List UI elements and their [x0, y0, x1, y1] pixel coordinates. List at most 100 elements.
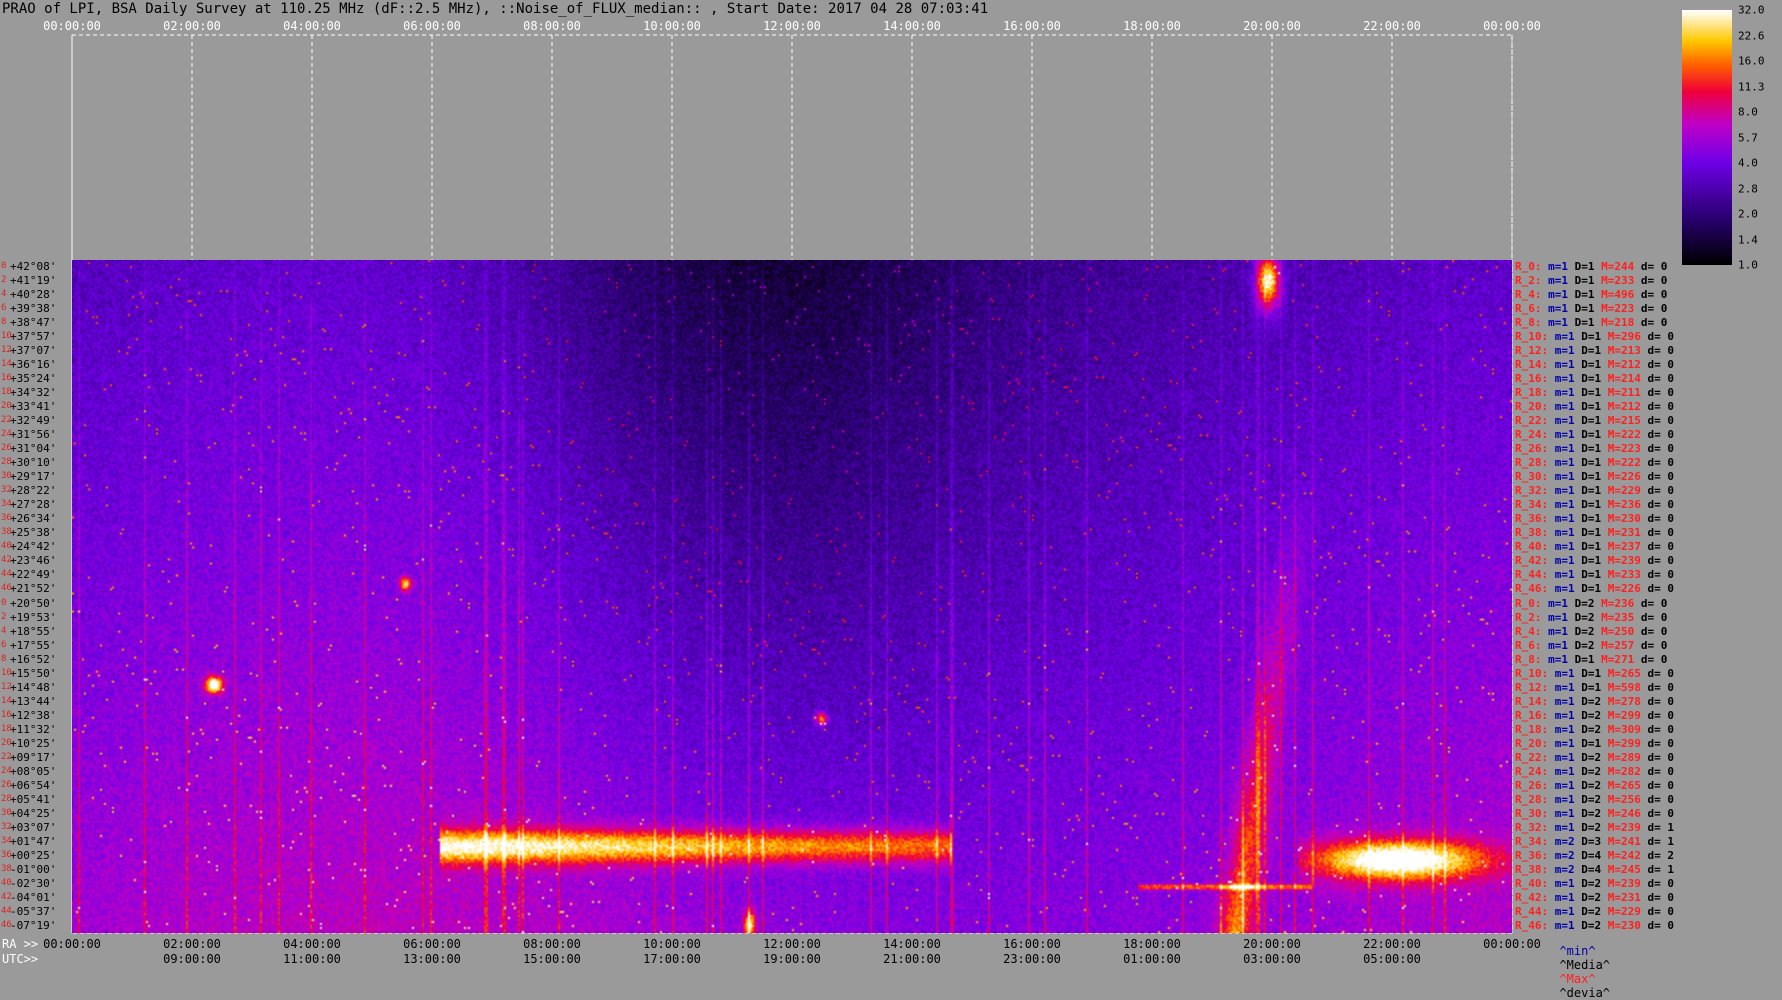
- row-index-label: 4: [1, 625, 7, 636]
- row-devia: d= 1: [1647, 834, 1675, 848]
- row-name: R_6:: [1515, 638, 1542, 652]
- row-median: D=2: [1581, 890, 1602, 904]
- row-stat: R_8: m=1 D=1 M=271 d= 0: [1515, 654, 1667, 665]
- row-max: M=235: [1601, 610, 1635, 624]
- row-stat: R_30: m=1 D=2 M=246 d= 0: [1515, 808, 1674, 819]
- row-index-label: 30: [1, 807, 12, 818]
- row-name: R_38:: [1515, 862, 1549, 876]
- row-devia: d= 0: [1647, 414, 1675, 428]
- row-max: M=244: [1601, 260, 1635, 273]
- row-index-label: 6: [1, 639, 7, 650]
- row-devia: d= 0: [1647, 708, 1675, 722]
- ra-tick-label: 10:00:00: [643, 937, 701, 951]
- declination-label: +35°24': [10, 372, 57, 386]
- ra-tick-label: 16:00:00: [1003, 937, 1061, 951]
- row-min: m=1: [1554, 470, 1575, 484]
- row-max: M=226: [1607, 470, 1641, 484]
- declination-label: +30°10': [10, 456, 57, 470]
- row-devia: d= 1: [1647, 862, 1675, 876]
- row-stat: R_20: m=1 D=1 M=212 d= 0: [1515, 401, 1674, 412]
- row-index-label: 6: [1, 303, 7, 314]
- row-name: R_26:: [1515, 778, 1549, 792]
- top-tick-label: 00:00:00: [1483, 19, 1541, 33]
- declination-label: +31°56': [10, 428, 57, 442]
- row-min: m=1: [1554, 442, 1575, 456]
- row-median: D=1: [1581, 330, 1602, 344]
- row-devia: d= 0: [1647, 456, 1675, 470]
- row-stat: R_18: m=1 D=1 M=211 d= 0: [1515, 387, 1674, 398]
- row-median: D=3: [1581, 834, 1602, 848]
- row-name: R_16:: [1515, 372, 1549, 386]
- row-min: m=1: [1554, 722, 1575, 736]
- row-devia: d= 0: [1647, 442, 1675, 456]
- row-devia: d= 0: [1647, 484, 1675, 498]
- declination-label: +23°46': [10, 554, 57, 568]
- row-stat: R_42: m=1 D=1 M=239 d= 0: [1515, 555, 1674, 566]
- row-min: m=1: [1554, 386, 1575, 400]
- row-stat: R_10: m=1 D=1 M=296 d= 0: [1515, 331, 1674, 342]
- row-min: m=1: [1554, 736, 1575, 750]
- row-max: M=271: [1601, 652, 1635, 666]
- row-max: M=278: [1607, 694, 1641, 708]
- top-tick-label: 10:00:00: [643, 19, 701, 33]
- top-tick-label: 06:00:00: [403, 19, 461, 33]
- row-stat: R_38: m=1 D=1 M=231 d= 0: [1515, 527, 1674, 538]
- row-min: m=1: [1554, 526, 1575, 540]
- row-devia: d= 0: [1647, 750, 1675, 764]
- row-min: m=1: [1554, 512, 1575, 526]
- row-min: m=1: [1554, 498, 1575, 512]
- row-max: M=236: [1601, 596, 1635, 610]
- declination-label: -01°00': [10, 862, 57, 876]
- declination-label: +39°38': [10, 302, 57, 316]
- declination-label: +36°16': [10, 358, 57, 372]
- survey-heatmap[interactable]: [72, 260, 1512, 933]
- row-name: R_4:: [1515, 624, 1542, 638]
- row-stat: R_30: m=1 D=1 M=226 d= 0: [1515, 471, 1674, 482]
- declination-label: +17°55': [10, 638, 57, 652]
- row-min: m=1: [1554, 792, 1575, 806]
- row-min: m=1: [1548, 260, 1568, 273]
- row-devia: d= 0: [1647, 694, 1675, 708]
- row-median: D=1: [1581, 456, 1602, 470]
- row-devia: d= 0: [1647, 722, 1675, 736]
- declination-label: +42°08': [10, 260, 57, 273]
- row-stat: R_14: m=1 D=2 M=278 d= 0: [1515, 696, 1674, 707]
- row-devia: d= 0: [1647, 876, 1675, 890]
- ra-axis-label: RA >>: [2, 937, 39, 951]
- row-index-label: 40: [1, 541, 12, 552]
- row-median: D=2: [1581, 708, 1602, 722]
- row-median: D=1: [1581, 484, 1602, 498]
- row-max: M=212: [1607, 400, 1641, 414]
- top-tick-label: 16:00:00: [1003, 19, 1061, 33]
- row-name: R_44:: [1515, 568, 1549, 582]
- row-devia: d= 0: [1647, 918, 1675, 932]
- row-stat: R_28: m=1 D=1 M=222 d= 0: [1515, 457, 1674, 468]
- row-max: M=230: [1607, 918, 1641, 932]
- row-devia: d= 0: [1647, 428, 1675, 442]
- row-min: m=1: [1554, 750, 1575, 764]
- declination-label: +26°34': [10, 512, 57, 526]
- row-median: D=2: [1581, 792, 1602, 806]
- declination-label: +19°53': [10, 610, 57, 624]
- colorbar-label: 32.0: [1738, 3, 1765, 17]
- row-devia: d= 0: [1640, 638, 1668, 652]
- row-stat: R_10: m=1 D=1 M=265 d= 0: [1515, 668, 1674, 679]
- row-index-label: 14: [1, 359, 12, 370]
- row-stat: R_2: m=1 D=2 M=235 d= 0: [1515, 612, 1667, 623]
- row-min: m=1: [1554, 778, 1575, 792]
- row-index-label: 28: [1, 793, 12, 804]
- declination-label: +34°32': [10, 386, 57, 400]
- row-devia: d= 0: [1640, 652, 1668, 666]
- declination-label: +33°41': [10, 400, 57, 414]
- row-max: M=265: [1607, 666, 1641, 680]
- top-tick-label: 18:00:00: [1123, 19, 1181, 33]
- row-min: m=2: [1554, 834, 1575, 848]
- declination-label: +31°04': [10, 442, 57, 456]
- row-name: R_0:: [1515, 260, 1542, 273]
- declination-label: +28°22': [10, 484, 57, 498]
- declination-label: +03°07': [10, 820, 57, 834]
- row-index-label: 24: [1, 765, 12, 776]
- chart-title: PRAO of LPI, BSA Daily Survey at 110.25 …: [2, 1, 989, 17]
- declination-label: +09°17': [10, 750, 57, 764]
- row-stat: R_6: m=1 D=2 M=257 d= 0: [1515, 640, 1667, 651]
